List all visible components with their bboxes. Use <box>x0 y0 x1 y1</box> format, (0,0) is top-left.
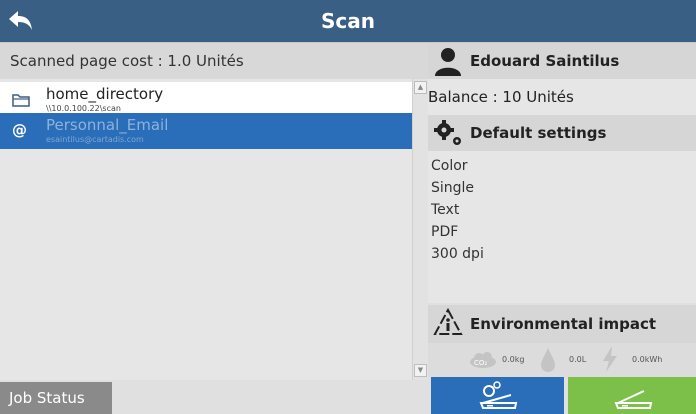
folder-icon <box>12 94 30 107</box>
setting-document-type: Text <box>431 202 460 218</box>
scanner-icon <box>614 390 653 409</box>
user-header: Edouard Saintilus <box>428 43 696 79</box>
svg-text:CO₂: CO₂ <box>474 359 487 367</box>
job-status-button[interactable]: Job Status <box>0 382 112 414</box>
environment-impact-values: CO₂ 0.0kg 0.0L 0.0kWh <box>428 343 696 377</box>
destination-list: home_directory \\10.0.100.22\scan @ Pers… <box>0 79 412 380</box>
user-icon <box>435 48 461 76</box>
setting-file-format: PDF <box>431 224 459 240</box>
right-panel: Edouard Saintilus Balance : 10 Unités De… <box>428 43 696 414</box>
top-bar: Scan <box>0 0 696 43</box>
settings-list: Color Single Text PDF 300 dpi <box>428 151 696 303</box>
setting-sides: Single <box>431 180 475 196</box>
environment-title: Environmental impact <box>470 315 657 333</box>
destination-name: home_directory <box>46 85 164 103</box>
scroll-down-arrow-icon[interactable]: ▼ <box>414 364 427 377</box>
destination-personnal-email[interactable]: @ Personnal_Email esaintilus@cartadis.co… <box>0 113 412 149</box>
destination-name: Personnal_Email <box>46 116 169 134</box>
setting-color-mode: Color <box>431 158 468 174</box>
page-title: Scan <box>321 9 375 33</box>
environment-header: Environmental impact <box>428 305 696 343</box>
lightning-icon <box>603 346 617 372</box>
scanner-gear-icon <box>479 381 518 409</box>
settings-header: Default settings <box>428 115 696 151</box>
setting-resolution: 300 dpi <box>431 246 484 262</box>
gears-icon <box>434 120 461 145</box>
at-sign-icon: @ <box>12 121 27 139</box>
water-value: 0.0L <box>569 355 587 364</box>
user-name: Edouard Saintilus <box>470 52 620 70</box>
settings-title: Default settings <box>470 124 607 142</box>
list-scrollbar[interactable]: ▲ ▼ <box>412 79 428 380</box>
scanner-settings-button[interactable] <box>431 377 564 414</box>
energy-value: 0.0kWh <box>632 355 663 364</box>
scanned-page-cost: Scanned page cost : 1.0 Unités <box>0 43 428 79</box>
co2-value: 0.0kg <box>502 355 525 364</box>
scroll-up-arrow-icon[interactable]: ▲ <box>414 81 427 94</box>
destination-path: esaintilus@cartadis.com <box>46 135 144 144</box>
water-drop-icon <box>541 348 555 372</box>
co2-cloud-icon: CO₂ <box>470 352 496 368</box>
start-scan-button[interactable] <box>568 377 696 414</box>
destination-path: \\10.0.100.22\scan <box>46 104 121 113</box>
recycle-info-icon <box>433 307 463 335</box>
user-balance: Balance : 10 Unités <box>428 79 696 115</box>
